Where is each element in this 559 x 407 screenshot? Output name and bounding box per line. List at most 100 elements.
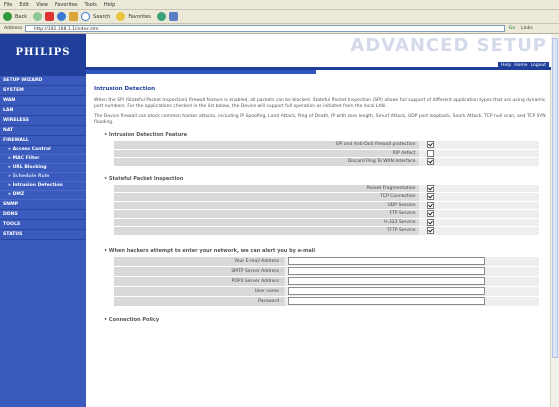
sidebar-item[interactable]: WIRELESS bbox=[0, 116, 86, 126]
sidebar-item[interactable]: FIREWALL bbox=[0, 136, 86, 146]
connection-policy-heading: • Connection Policy bbox=[104, 316, 160, 323]
address-bar: Address http://192.168.1.1/index.stm Go … bbox=[0, 24, 559, 34]
option-label: H.323 Service bbox=[114, 218, 419, 227]
favorites-icon[interactable] bbox=[116, 12, 126, 21]
home-icon[interactable] bbox=[69, 12, 79, 21]
table-row: POP3 Server Address : bbox=[114, 276, 539, 287]
option-checkbox[interactable] bbox=[426, 210, 434, 218]
scroll-thumb[interactable] bbox=[552, 38, 558, 358]
field-cell bbox=[285, 256, 539, 267]
field-label: Your E-mail Address : bbox=[114, 256, 285, 267]
router-header: PHILIPS ADVANCED SETUP Help Home Logout bbox=[0, 34, 551, 70]
option-label: Packet Fragmentation bbox=[114, 184, 419, 193]
spi-heading: • Stateful Packet Inspection bbox=[104, 175, 184, 182]
text-input[interactable] bbox=[288, 257, 485, 265]
search-icon[interactable] bbox=[81, 12, 91, 21]
table-row: SMTP Server Address : bbox=[114, 266, 539, 277]
text-input[interactable] bbox=[288, 287, 485, 295]
sidebar-item[interactable]: » Intrusion Detection bbox=[0, 182, 86, 191]
sidebar-item[interactable]: LAN bbox=[0, 106, 86, 116]
table-row: Your E-mail Address : bbox=[114, 256, 539, 267]
table-row: User name : bbox=[114, 286, 539, 297]
checkbox-cell bbox=[418, 226, 539, 236]
sidebar-item[interactable]: » Access Control bbox=[0, 146, 86, 155]
menu-view[interactable]: View bbox=[36, 2, 48, 8]
page-title: Intrusion Detection bbox=[94, 86, 156, 92]
option-label: RIP defect bbox=[114, 149, 419, 158]
back-label[interactable]: Back bbox=[15, 14, 27, 20]
text-input[interactable] bbox=[288, 267, 485, 275]
browser-toolbar: Back Search Favorites bbox=[0, 10, 559, 24]
text-input[interactable] bbox=[288, 297, 485, 305]
intrusion-feature-heading: • Intrusion Detection Feature bbox=[104, 132, 188, 138]
spi-description: When the SPI (Stateful Packet Inspection… bbox=[94, 98, 546, 109]
sidebar-item[interactable]: » DMZ bbox=[0, 191, 86, 200]
field-label: Password : bbox=[114, 296, 285, 307]
favorites-label[interactable]: Favorites bbox=[128, 14, 151, 20]
sidebar-item[interactable]: » MAC Filter bbox=[0, 155, 86, 164]
option-checkbox[interactable] bbox=[426, 227, 434, 235]
menu-file[interactable]: File bbox=[4, 2, 12, 8]
option-label: TCP Connection bbox=[114, 192, 419, 202]
field-label: User name : bbox=[114, 286, 285, 297]
table-row: TCP Connection bbox=[114, 192, 539, 202]
spi-table: Packet Fragmentation TCP Connection UDP Se… bbox=[114, 184, 539, 236]
main-content: Intrusion Detection When the SPI (Statef… bbox=[94, 86, 546, 326]
table-row: FTP Service bbox=[114, 209, 539, 219]
back-icon[interactable] bbox=[3, 12, 12, 21]
menu-help[interactable]: Help bbox=[104, 2, 115, 8]
sidebar-item[interactable]: STATUS bbox=[0, 230, 86, 240]
table-row: UDP Session bbox=[114, 201, 539, 210]
option-checkbox[interactable] bbox=[426, 158, 434, 166]
sidebar-item[interactable]: TOOLS bbox=[0, 220, 86, 230]
text-input[interactable] bbox=[288, 277, 485, 285]
history-icon[interactable] bbox=[168, 12, 178, 21]
email-alert-heading: • When hackers attempt to enter your net… bbox=[104, 247, 316, 254]
field-label: POP3 Server Address : bbox=[114, 276, 285, 287]
menu-edit[interactable]: Edit bbox=[19, 2, 29, 8]
sidebar-nav: SETUP WIZARD SYSTEM WAN LAN WIRELESS NAT FIREW… bbox=[0, 76, 86, 407]
refresh-icon[interactable] bbox=[57, 12, 67, 21]
sidebar-item[interactable]: NAT bbox=[0, 126, 86, 136]
checkbox-cell bbox=[418, 149, 539, 158]
stop-icon[interactable] bbox=[45, 12, 55, 21]
field-cell bbox=[285, 276, 539, 287]
menu-tools[interactable]: Tools bbox=[85, 2, 97, 8]
forward-icon[interactable] bbox=[33, 12, 43, 21]
option-checkbox[interactable] bbox=[426, 201, 434, 209]
logo-text: PHILIPS bbox=[15, 46, 71, 58]
sidebar-item[interactable]: SETUP WIZARD bbox=[0, 76, 86, 86]
intrusion-feature-table: SPI and Anti-DoS firewall protection RIP … bbox=[114, 141, 539, 167]
table-row: Discard Ping To WAN Interface bbox=[114, 157, 539, 167]
option-label: SPI and Anti-DoS firewall protection bbox=[114, 141, 419, 150]
checkbox-cell bbox=[418, 141, 539, 150]
option-label: Discard Ping To WAN Interface bbox=[114, 157, 419, 167]
table-row: SPI and Anti-DoS firewall protection bbox=[114, 141, 539, 150]
field-cell bbox=[285, 286, 539, 297]
vertical-scrollbar[interactable] bbox=[550, 34, 559, 407]
option-checkbox[interactable] bbox=[426, 193, 434, 201]
links-button[interactable]: Links bbox=[521, 26, 533, 31]
option-checkbox[interactable] bbox=[426, 149, 434, 157]
firewall-description: The Device firewall can block common hac… bbox=[94, 114, 546, 125]
menu-favorites[interactable]: Favorites bbox=[55, 2, 78, 8]
option-checkbox[interactable] bbox=[426, 141, 434, 149]
sidebar-item[interactable]: » Schedule Rule bbox=[0, 173, 86, 182]
option-checkbox[interactable] bbox=[426, 184, 434, 192]
go-button[interactable]: Go bbox=[509, 26, 515, 31]
philips-logo: PHILIPS bbox=[0, 34, 86, 70]
address-label: Address bbox=[4, 26, 22, 31]
sidebar-item[interactable]: SYSTEM bbox=[0, 86, 86, 96]
sidebar-item[interactable]: DDNS bbox=[0, 210, 86, 220]
table-row: Password : bbox=[114, 296, 539, 307]
media-icon[interactable] bbox=[156, 12, 166, 21]
sidebar-item[interactable]: » URL Blocking bbox=[0, 164, 86, 173]
option-label: FTP Service bbox=[114, 209, 419, 219]
sidebar-item[interactable]: WAN bbox=[0, 96, 86, 106]
table-row: RIP defect bbox=[114, 149, 539, 158]
address-input[interactable]: http://192.168.1.1/index.stm bbox=[24, 25, 505, 32]
search-label[interactable]: Search bbox=[93, 14, 110, 20]
sidebar-item[interactable]: SNMP bbox=[0, 200, 86, 210]
option-checkbox[interactable] bbox=[426, 218, 434, 226]
checkbox-cell bbox=[418, 218, 539, 227]
